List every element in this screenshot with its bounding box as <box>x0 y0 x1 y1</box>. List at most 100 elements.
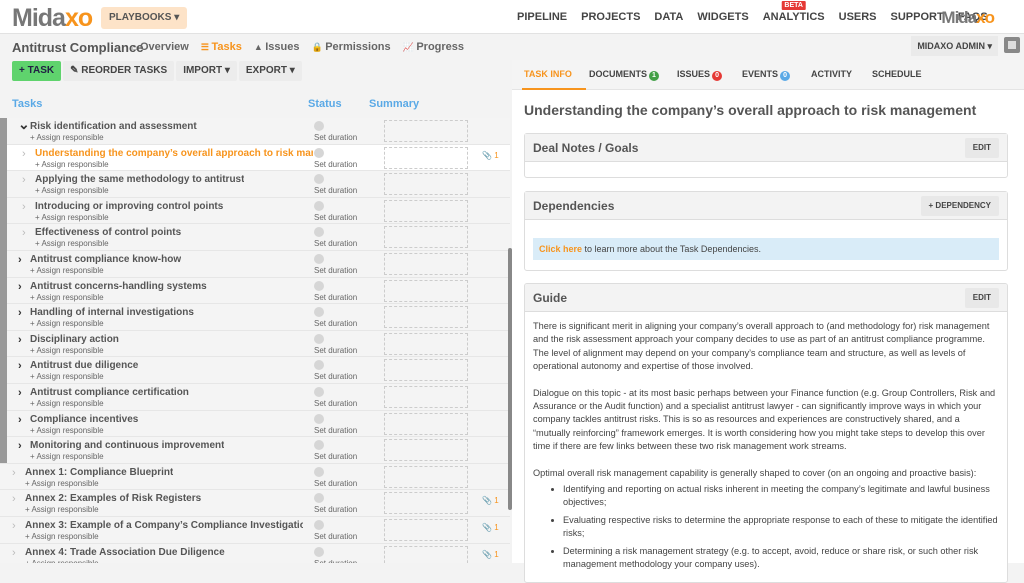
task-row[interactable]: › Monitoring and continuous improvement + … <box>0 437 510 464</box>
chevron-right-icon[interactable]: › <box>18 307 22 319</box>
assign-responsible-link[interactable]: + Assign responsible <box>30 372 104 381</box>
task-title[interactable]: Antitrust concerns-handling systems <box>30 281 207 292</box>
status-dot[interactable] <box>314 333 324 344</box>
summary-field[interactable] <box>384 173 468 196</box>
summary-field[interactable] <box>384 120 468 142</box>
task-row[interactable]: › Antitrust compliance know-how + Assign r… <box>0 250 510 278</box>
assign-responsible-link[interactable]: + Assign responsible <box>30 319 104 328</box>
assign-responsible-link[interactable]: + Assign responsible <box>35 213 109 222</box>
summary-field[interactable] <box>384 385 468 408</box>
chevron-right-icon[interactable]: › <box>12 467 16 479</box>
summary-field[interactable] <box>384 545 468 563</box>
summary-field[interactable] <box>384 439 468 462</box>
reorder-tasks-button[interactable]: ✎ REORDER TASKS <box>63 61 175 81</box>
assign-responsible-link[interactable]: + Assign responsible <box>30 426 104 435</box>
nav-projects[interactable]: PROJECTS <box>574 0 647 34</box>
assign-responsible-link[interactable]: + Assign responsible <box>35 239 109 248</box>
summary-field[interactable] <box>384 226 468 249</box>
summary-field[interactable] <box>384 332 468 355</box>
attachment-count[interactable]: 📎 1 <box>482 550 499 559</box>
chevron-right-icon[interactable]: › <box>12 493 16 505</box>
subnav-overview[interactable]: ⌂ Overview <box>132 41 189 53</box>
status-dot[interactable] <box>314 493 324 504</box>
chevron-right-icon[interactable]: › <box>22 227 26 239</box>
assign-responsible-link[interactable]: + Assign responsible <box>25 479 99 488</box>
status-dot[interactable] <box>314 200 324 211</box>
attachment-count[interactable]: 📎 1 <box>482 151 499 160</box>
chevron-right-icon[interactable]: › <box>22 148 26 160</box>
chevron-right-icon[interactable]: › <box>22 174 26 186</box>
task-title[interactable]: Disciplinary action <box>30 334 119 345</box>
task-title[interactable]: Effectiveness of control points <box>35 227 181 238</box>
task-row[interactable]: › Understanding the company’s overall app… <box>0 144 510 172</box>
subnav-tasks[interactable]: ☰ Tasks <box>201 41 242 53</box>
chevron-right-icon[interactable]: › <box>18 254 22 266</box>
task-row[interactable]: › Compliance incentives + Assign responsib… <box>0 410 510 438</box>
attachment-count[interactable]: 📎 1 <box>482 523 499 532</box>
status-dot[interactable] <box>314 519 324 530</box>
assign-responsible-link[interactable]: + Assign responsible <box>30 266 104 275</box>
task-title[interactable]: Introducing or improving control points <box>35 201 223 212</box>
playbooks-dropdown[interactable]: PLAYBOOKS ▾ <box>101 7 188 29</box>
summary-field[interactable] <box>384 199 468 222</box>
status-dot[interactable] <box>314 307 324 318</box>
task-row[interactable]: › Applying the same methodology to antitr… <box>0 171 510 198</box>
guide-edit-button[interactable]: EDIT <box>964 288 999 308</box>
assign-responsible-link[interactable]: + Assign responsible <box>35 186 109 195</box>
chevron-right-icon[interactable]: › <box>12 547 16 559</box>
set-duration-link[interactable]: Set duration <box>314 346 357 355</box>
set-duration-link[interactable]: Set duration <box>314 133 357 142</box>
task-row[interactable]: › Annex 3: Example of a Company’s Complia… <box>0 516 510 544</box>
task-row[interactable]: › Annex 4: Trade Association Due Diligenc… <box>0 543 510 564</box>
set-duration-link[interactable]: Set duration <box>314 452 357 461</box>
tab-activity[interactable]: ACTIVITY <box>811 69 852 79</box>
task-row[interactable]: › Antitrust due diligence + Assign respons… <box>0 357 510 384</box>
set-duration-link[interactable]: Set duration <box>314 213 357 222</box>
task-title[interactable]: Risk identification and assessment <box>30 121 197 132</box>
task-title[interactable]: Antitrust compliance know-how <box>30 254 181 265</box>
add-task-button[interactable]: + TASK <box>12 61 62 81</box>
task-row[interactable]: › Handling of internal investigations + As… <box>0 304 510 331</box>
task-title[interactable]: Understanding the company’s overall appr… <box>35 148 313 159</box>
set-duration-link[interactable]: Set duration <box>314 239 357 248</box>
user-menu[interactable]: MIDAXO ADMIN ▾ <box>911 36 998 56</box>
summary-field[interactable] <box>384 359 468 382</box>
midaxo-logo[interactable]: Midaxo <box>12 4 93 33</box>
assign-responsible-link[interactable]: + Assign responsible <box>30 452 104 461</box>
assign-responsible-link[interactable]: + Assign responsible <box>25 505 99 514</box>
set-duration-link[interactable]: Set duration <box>314 160 357 169</box>
nav-pipeline[interactable]: PIPELINE <box>510 0 574 34</box>
status-dot[interactable] <box>314 121 324 131</box>
task-row[interactable]: › Effectiveness of control points + Assign… <box>0 224 510 251</box>
task-title[interactable]: Handling of internal investigations <box>30 307 194 318</box>
summary-field[interactable] <box>384 492 468 515</box>
task-row[interactable]: › Antitrust compliance certification + Ass… <box>0 383 510 411</box>
status-dot[interactable] <box>314 174 324 185</box>
chevron-right-icon[interactable]: › <box>18 414 22 426</box>
subnav-progress[interactable]: 📈 Progress <box>403 41 464 53</box>
nav-data[interactable]: DATA <box>647 0 690 34</box>
tab-schedule[interactable]: SCHEDULE <box>872 69 922 79</box>
status-dot[interactable] <box>314 546 324 557</box>
chevron-right-icon[interactable]: › <box>12 520 16 532</box>
set-duration-link[interactable]: Set duration <box>314 479 357 488</box>
expand-icon[interactable] <box>1004 37 1020 53</box>
assign-responsible-link[interactable]: + Assign responsible <box>25 532 99 541</box>
chevron-right-icon[interactable]: › <box>22 201 26 213</box>
task-row[interactable]: › Annex 1: Compliance Blueprint + Assign r… <box>0 463 510 491</box>
nav-widgets[interactable]: WIDGETS <box>690 0 755 34</box>
status-dot[interactable] <box>314 280 324 291</box>
task-title[interactable]: Annex 3: Example of a Company’s Complian… <box>25 520 303 531</box>
chevron-right-icon[interactable]: › <box>18 440 22 452</box>
set-duration-link[interactable]: Set duration <box>314 186 357 195</box>
task-title[interactable]: Annex 1: Compliance Blueprint <box>25 467 173 478</box>
task-row[interactable]: › Introducing or improving control points… <box>0 197 510 225</box>
assign-responsible-link[interactable]: + Assign responsible <box>30 346 104 355</box>
assign-responsible-link[interactable]: + Assign responsible <box>35 160 109 169</box>
assign-responsible-link[interactable]: + Assign responsible <box>30 399 104 408</box>
set-duration-link[interactable]: Set duration <box>314 559 357 564</box>
set-duration-link[interactable]: Set duration <box>314 266 357 275</box>
set-duration-link[interactable]: Set duration <box>314 505 357 514</box>
nav-analytics[interactable]: ANALYTICS BETA <box>756 0 832 34</box>
subnav-issues[interactable]: ▲ Issues <box>254 41 300 53</box>
